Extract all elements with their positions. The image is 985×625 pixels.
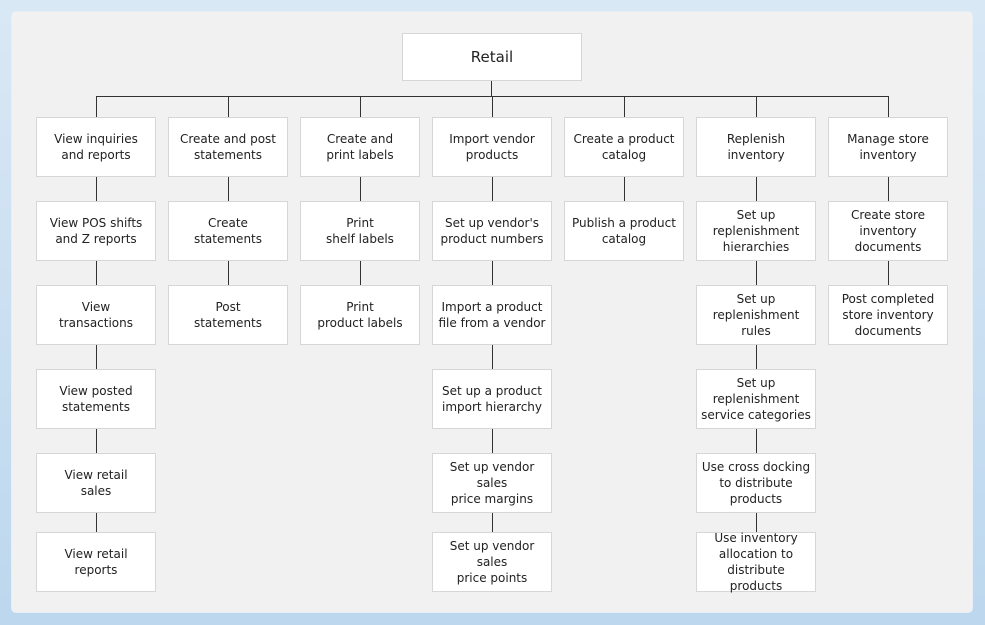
task-node[interactable]: Print product labels	[300, 285, 420, 345]
task-node[interactable]: View transactions	[36, 285, 156, 345]
connector	[624, 177, 625, 201]
connector	[96, 513, 97, 532]
connector	[491, 81, 492, 96]
connector	[756, 345, 757, 369]
connector	[492, 96, 493, 117]
task-node[interactable]: Publish a product catalog	[564, 201, 684, 261]
connector	[756, 177, 757, 201]
connector	[888, 96, 889, 117]
connector	[96, 261, 97, 285]
category-node[interactable]: Create a product catalog	[564, 117, 684, 177]
connector	[96, 96, 97, 117]
task-node[interactable]: Set up vendor sales price margins	[432, 453, 552, 513]
task-node[interactable]: View POS shifts and Z reports	[36, 201, 156, 261]
connector	[492, 345, 493, 369]
task-node[interactable]: Import a product file from a vendor	[432, 285, 552, 345]
category-node[interactable]: Create and post statements	[168, 117, 288, 177]
connector	[492, 513, 493, 532]
connector	[888, 261, 889, 285]
connector	[756, 96, 757, 117]
category-node[interactable]: View inquiries and reports	[36, 117, 156, 177]
task-node[interactable]: Set up vendor sales price points	[432, 532, 552, 592]
task-node[interactable]: Print shelf labels	[300, 201, 420, 261]
connector	[228, 261, 229, 285]
task-node[interactable]: Set up replenishment hierarchies	[696, 201, 816, 261]
connector	[492, 177, 493, 201]
connector	[492, 429, 493, 453]
connector	[228, 177, 229, 201]
connector	[96, 345, 97, 369]
task-node[interactable]: Set up replenishment rules	[696, 285, 816, 345]
category-node[interactable]: Replenish inventory	[696, 117, 816, 177]
root-node[interactable]: Retail	[402, 33, 582, 81]
connector	[360, 177, 361, 201]
task-node[interactable]: Post completed store inventory documents	[828, 285, 948, 345]
task-node[interactable]: Create statements	[168, 201, 288, 261]
category-node[interactable]: Manage store inventory	[828, 117, 948, 177]
task-node[interactable]: View retail reports	[36, 532, 156, 592]
connector	[96, 177, 97, 201]
task-node[interactable]: Create store inventory documents	[828, 201, 948, 261]
connector	[888, 177, 889, 201]
connector	[96, 429, 97, 453]
task-node[interactable]: Set up replenishment service categories	[696, 369, 816, 429]
connector	[756, 261, 757, 285]
connector	[624, 96, 625, 117]
task-node[interactable]: Use cross docking to distribute products	[696, 453, 816, 513]
connector	[492, 261, 493, 285]
task-node[interactable]: View retail sales	[36, 453, 156, 513]
task-node[interactable]: Set up vendor's product numbers	[432, 201, 552, 261]
connector	[360, 261, 361, 285]
connector	[360, 96, 361, 117]
connector	[228, 96, 229, 117]
category-node[interactable]: Create and print labels	[300, 117, 420, 177]
task-node[interactable]: Use inventory allocation to distribute p…	[696, 531, 816, 593]
task-node[interactable]: Set up a product import hierarchy	[432, 369, 552, 429]
connector	[756, 429, 757, 453]
task-node[interactable]: Post statements	[168, 285, 288, 345]
task-node[interactable]: View posted statements	[36, 369, 156, 429]
category-node[interactable]: Import vendor products	[432, 117, 552, 177]
